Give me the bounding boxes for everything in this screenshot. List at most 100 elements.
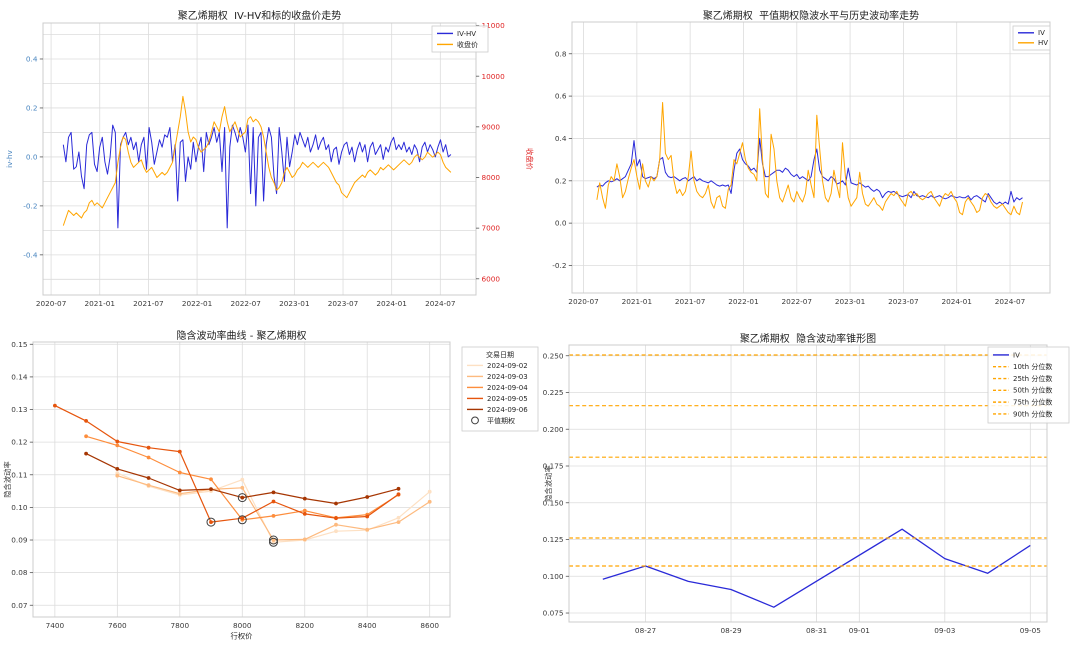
y-tick-label: 0.2: [555, 176, 567, 185]
series-marker: [115, 473, 120, 478]
x-tick-label: 2021-01: [622, 297, 653, 306]
plot-background: [572, 22, 1050, 293]
legend-label: 75th 分位数: [1013, 398, 1052, 407]
chart-title-iv-cone: 聚乙烯期权 隐含波动率锥形图: [739, 334, 877, 345]
y-tick-label: 0.12: [11, 438, 27, 447]
y-tick-label: 0.0: [555, 219, 567, 228]
legend-label: 10th 分位数: [1013, 362, 1052, 371]
y-tick-label: -0.2: [552, 261, 566, 270]
x-tick-label: 09-05: [1020, 626, 1041, 635]
series-marker: [334, 529, 338, 534]
x-tick-label: 2023-01: [279, 299, 310, 308]
x-tick-label: 08-29: [720, 626, 742, 635]
chart-panel-iv-hv-close: 2020-07 2021-01 2021-07 2022-01 2022-07 2023-…: [0, 0, 540, 324]
series-marker: [334, 522, 338, 527]
series-marker: [209, 520, 213, 524]
y-tick-label: 0.10: [11, 503, 28, 512]
series-marker: [334, 501, 338, 506]
x-tick-label: 08-27: [635, 626, 657, 635]
series-marker: [84, 419, 88, 423]
y-tick-label: 0.08: [11, 568, 28, 577]
x-tick-label: 2024-01: [941, 297, 972, 306]
series-marker: [240, 485, 245, 490]
series-marker: [209, 477, 213, 482]
series-marker: [240, 516, 245, 521]
plot-background: [43, 23, 476, 295]
series-marker: [177, 491, 182, 496]
y-axis-label: iv-hv: [5, 149, 14, 167]
x-tick-label: 7600: [108, 621, 127, 630]
series-marker: [240, 477, 245, 482]
legend-label: HV: [1038, 39, 1048, 47]
y2-axis-label: 收盘价: [525, 148, 534, 171]
x-tick-label: 2023-07: [888, 297, 919, 306]
chart-title-iv-hv-trend: 聚乙烯期权 平值期权隐波水平与历史波动率走势: [702, 11, 920, 22]
series-marker: [396, 486, 401, 491]
series-marker: [146, 483, 151, 488]
y-tick-label: 0.250: [543, 351, 564, 360]
series-marker: [146, 445, 151, 450]
series-marker: [427, 499, 432, 504]
legend-label: IV-HV: [457, 30, 476, 38]
x-tick-label: 09-01: [849, 626, 870, 635]
y-tick-label: 0.2: [26, 104, 38, 113]
y-tick-label: 0.100: [543, 572, 564, 581]
x-tick-label: 2021-07: [133, 299, 164, 308]
legend-label: 2024-09-04: [487, 384, 528, 392]
series-marker: [209, 487, 213, 491]
x-tick-label: 2023-07: [328, 299, 359, 308]
series-marker: [115, 467, 120, 471]
x-tick-label: 2021-01: [85, 299, 116, 308]
chart-panel-iv-cone: 08-27 08-29 08-31 09-01 09-03 09-05 0.250 0.225…: [540, 320, 1080, 650]
legend-label: 90th 分位数: [1013, 409, 1052, 418]
x-tick-label: 08-31: [806, 626, 827, 635]
series-marker: [271, 490, 276, 495]
y-tick-label: 0.11: [11, 470, 27, 479]
series-marker: [302, 496, 307, 501]
x-tick-label: 2021-07: [675, 297, 706, 306]
legend-label: 25th 分位数: [1013, 374, 1052, 383]
y-tick-label: 0.07: [11, 601, 28, 610]
series-marker: [334, 516, 338, 521]
x-tick-label: 2020-07: [568, 297, 599, 306]
series-marker: [84, 434, 88, 439]
legend-label: 2024-09-03: [487, 373, 528, 381]
series-marker: [365, 495, 370, 499]
x-tick-label: 2022-07: [230, 299, 261, 308]
x-tick-label: 2024-07: [425, 299, 456, 308]
chart-canvas-iv-hv-close: 2020-07 2021-01 2021-07 2022-01 2022-07 2023-…: [5, 21, 534, 308]
legend-label: 收盘价: [457, 40, 478, 49]
y-tick-label: 0.14: [11, 373, 28, 382]
chart-title-iv-hv-close: 聚乙烯期权 IV-HV和标的收盘价走势: [177, 11, 342, 22]
y-tick-label: 0.4: [26, 55, 38, 64]
y-tick-label: 0.125: [543, 535, 564, 544]
figure: 聚乙烯期权 IV-HV和标的收盘价走势 聚乙烯期权 平值期权隐波水平与历史波动率…: [0, 0, 1080, 646]
y-tick-label: -0.2: [23, 201, 37, 210]
plot-background: [569, 345, 1047, 622]
x-tick-label: 8600: [420, 621, 439, 630]
x-tick-label: 2023-01: [835, 297, 866, 306]
y-tick-label: 10000: [482, 72, 506, 81]
x-tick-label: 2024-01: [376, 299, 407, 308]
y-tick-label: 6000: [482, 274, 501, 283]
x-tick-label: 2022-01: [728, 297, 759, 306]
y-tick-label: 0.8: [555, 49, 567, 58]
chart-canvas-iv-hv-trend: 2020-07 2021-01 2021-07 2022-01 2022-07 2023-…: [552, 21, 1051, 306]
y-tick-label: -0.4: [23, 250, 38, 259]
legend-title: 交易日期: [486, 350, 514, 359]
y-tick-label: 9000: [482, 122, 501, 131]
legend-label: 2024-09-02: [487, 362, 528, 370]
y-tick-label: 7000: [482, 224, 501, 233]
x-tick-label: 8000: [233, 621, 252, 630]
y-axis-label: 隐含波动率: [3, 461, 12, 497]
chart-title-iv-smile: 隐含波动率曲线 - 聚乙烯期权: [176, 331, 307, 342]
x-tick-label: 7400: [46, 621, 65, 630]
y-tick-label: 0.4: [555, 134, 567, 143]
y-tick-label: 0.09: [11, 536, 28, 545]
y-tick-label: 0.6: [555, 92, 567, 101]
series-marker: [365, 514, 370, 519]
series-marker: [271, 499, 276, 504]
y-axis-label: 隐含波动率: [544, 465, 553, 501]
series-marker: [302, 537, 307, 542]
legend-label: 2024-09-06: [487, 406, 528, 414]
